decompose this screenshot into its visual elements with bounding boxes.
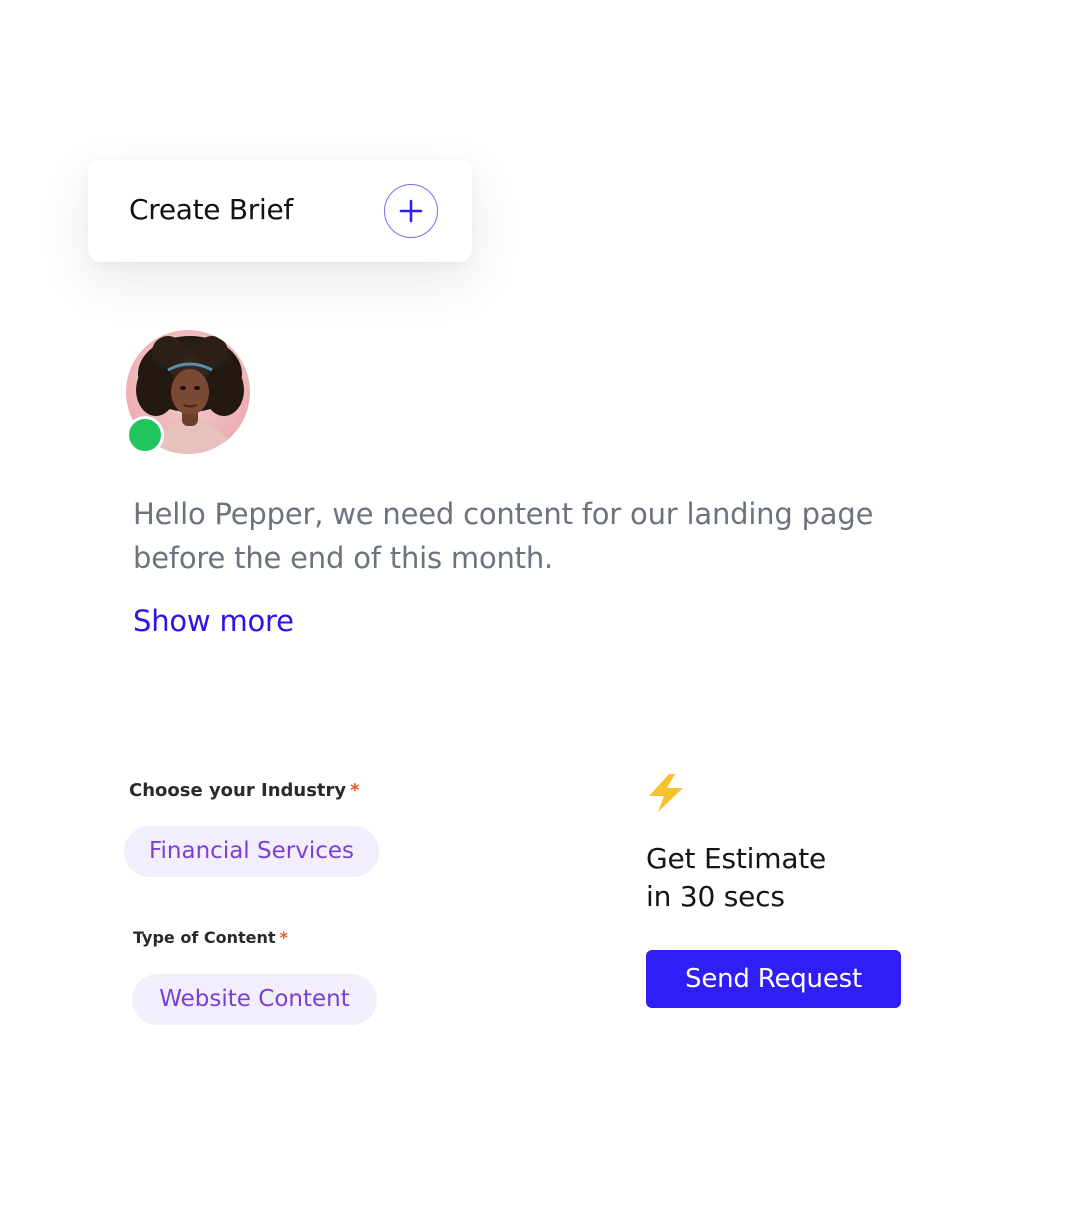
content-type-label-text: Type of Content	[133, 928, 276, 947]
industry-label: Choose your Industry *	[129, 778, 360, 804]
estimate-title-line1: Get Estimate	[646, 842, 827, 875]
content-type-label: Type of Content *	[133, 926, 288, 950]
send-request-button[interactable]: Send Request	[646, 950, 901, 1008]
create-brief-add-button[interactable]	[384, 184, 438, 238]
show-more-link[interactable]: Show more	[133, 602, 294, 640]
lightning-bolt-icon	[645, 773, 687, 813]
online-status-dot	[126, 416, 164, 454]
required-mark: *	[350, 780, 360, 801]
create-brief-title: Create Brief	[129, 193, 293, 226]
required-mark: *	[279, 928, 288, 947]
estimate-title-line2: in 30 secs	[646, 880, 785, 913]
estimate-title: Get Estimate in 30 secs	[646, 840, 826, 916]
plus-icon	[399, 199, 423, 223]
page: Create Brief Hello Pepper, we need conte…	[0, 0, 1081, 1224]
create-brief-card: Create Brief	[88, 160, 472, 262]
message-text: Hello Pepper, we need content for our la…	[133, 497, 874, 575]
industry-label-text: Choose your Industry	[129, 780, 347, 801]
content-type-chip[interactable]: Website Content	[132, 974, 377, 1025]
user-avatar	[126, 330, 250, 454]
industry-chip[interactable]: Financial Services	[124, 826, 379, 877]
